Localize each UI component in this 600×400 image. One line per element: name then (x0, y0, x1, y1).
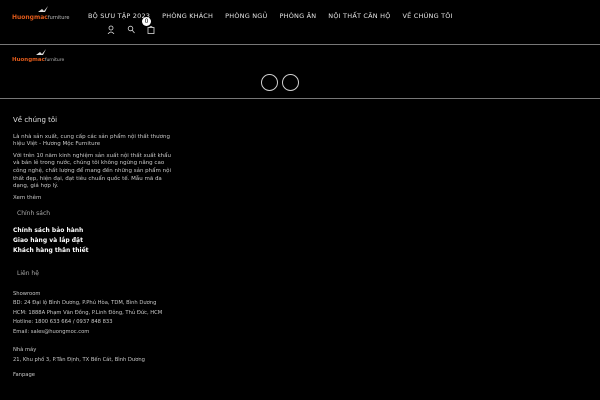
logo-subtext: furniture (47, 15, 70, 21)
policy-link-warranty[interactable]: Chính sách bảo hành (13, 226, 173, 236)
bird-logo-icon (36, 49, 46, 55)
user-icon[interactable] (107, 25, 115, 35)
bird-logo-icon (38, 6, 48, 12)
search-icon[interactable] (127, 25, 135, 34)
sticky-subbar: Huongmacfurniture (0, 45, 600, 99)
policy-link-delivery[interactable]: Giao hàng và lắp đặt (13, 236, 173, 246)
logo-subtext: furniture (44, 58, 65, 63)
showroom-line-hcm: HCM: 1888A Phạm Văn Đồng, P.Linh Đông, T… (13, 309, 163, 316)
nav-item-living-room[interactable]: Phòng khách (162, 11, 219, 23)
hotline[interactable]: Hotline: 1800 633 664 / 0937 848 833 (13, 318, 173, 328)
site-header: Huongmacfurniture Bộ sưu tập 2023 Phòng … (0, 0, 600, 45)
about-title: Về chúng tôi (13, 116, 58, 124)
read-more-link[interactable]: Xem thêm (13, 195, 173, 203)
policy-title: Chính sách (17, 210, 51, 218)
header-icons (107, 25, 155, 35)
logo-text: Huongmac (12, 14, 48, 21)
fanpage-label[interactable]: Fanpage (13, 371, 173, 381)
brand-logo[interactable]: Huongmacfurniture (12, 6, 69, 23)
footer-content: Về chúng tôi Là nhà sản xuất, cung cấp c… (13, 116, 173, 381)
showroom-line-bd: BD: 24 Đại lộ Bình Dương, P.Phú Hòa, TDM… (13, 300, 157, 307)
factory-label: Nhà máy (13, 347, 37, 354)
nav-item-about[interactable]: Về chúng tôi (403, 11, 459, 23)
slider-next-button[interactable] (282, 74, 299, 91)
cart-icon[interactable] (147, 25, 155, 34)
showroom-label: Showroom (13, 290, 41, 297)
about-paragraph-2: Với trên 10 năm kinh nghiệm sản xuất nội… (13, 152, 172, 190)
contact-title: Liên hệ (17, 269, 39, 277)
brand-logo-small[interactable]: Huongmacfurniture (12, 49, 64, 65)
nav-item-apartment[interactable]: Nội thất căn hộ (328, 11, 396, 23)
nav-item-dining-room[interactable]: Phòng ăn (279, 11, 322, 23)
about-paragraph-1: Là nhà sản xuất, cung cấp các sản phẩm n… (13, 133, 170, 148)
factory-address: 21, Khu phố 3, P.Tân Định, TX Bến Cát, B… (13, 356, 145, 363)
email[interactable]: Email: sales@huongmoc.com (13, 328, 173, 338)
logo-text: Huongmac (12, 57, 45, 63)
slider-prev-button[interactable] (261, 74, 278, 91)
nav-item-bedroom[interactable]: Phòng ngủ (225, 11, 273, 23)
policy-link-loyalty[interactable]: Khách hàng thân thiết (13, 246, 173, 256)
cart-count-badge: 0 (142, 17, 151, 26)
